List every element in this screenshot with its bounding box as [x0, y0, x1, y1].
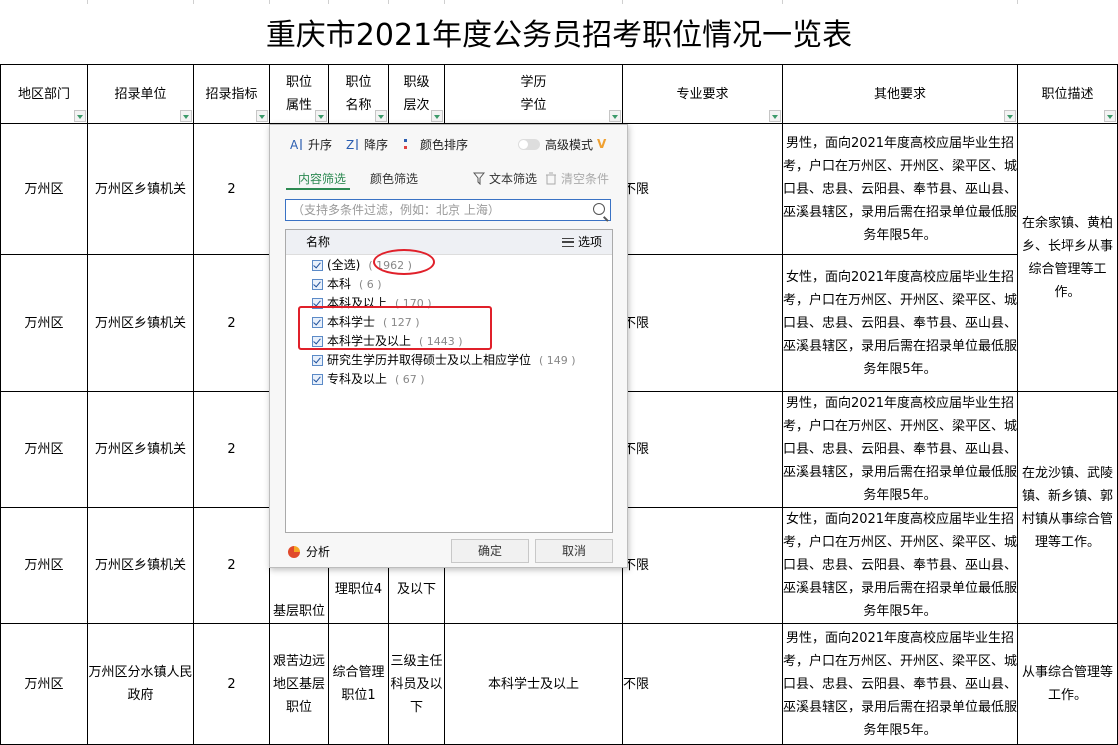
cell-region[interactable]: 万州区 — [0, 391, 88, 508]
annotation-ellipse — [373, 249, 435, 275]
svg-text:Z: Z — [346, 138, 354, 151]
search-icon[interactable] — [593, 203, 605, 215]
cell-other[interactable]: 女性，面向2021年度高校应届毕业生招考，户口在万州区、开州区、梁平区、城口县、… — [782, 507, 1018, 624]
tab-content-filter[interactable]: 内容筛选 — [298, 170, 346, 187]
cell-quota[interactable]: 2 — [193, 623, 270, 745]
header-other: 其他要求 — [782, 64, 1018, 124]
filter-dropdown-icon[interactable] — [74, 110, 86, 122]
spreadsheet: 重庆市2021年度公务员招考职位情况一览表 地区部门 招录单位 招录指标 职位属… — [0, 0, 1118, 745]
vip-icon: V — [597, 137, 607, 151]
header-row: 地区部门 招录单位 招录指标 职位属性 职位名称 职级层次 学历学位 专业要求 … — [0, 64, 1118, 124]
filter-value-list: 名称 选项 (全选)( 1962 ) 本科( 6 ) 本科及以上( 170 ) … — [285, 229, 613, 533]
cell-other[interactable]: 男性，面向2021年度高校应届毕业生招考，户口在万州区、开州区、梁平区、城口县、… — [782, 123, 1018, 255]
cell-level[interactable]: 三级主任科员及以下 — [388, 623, 445, 745]
cancel-button[interactable]: 取消 — [535, 539, 613, 563]
active-tab-indicator — [286, 188, 350, 190]
sort-ascending-icon: A — [290, 137, 304, 152]
text-filter-button[interactable]: 文本筛选 — [472, 170, 537, 187]
cell-quota[interactable]: 2 — [193, 391, 270, 508]
filter-dropdown-icon[interactable] — [315, 110, 327, 122]
filter-popup: A 升序 Z 降序 颜色排序 高级模式 V 内容筛选 颜色筛选 文本筛选 清空条… — [269, 124, 628, 568]
header-unit: 招录单位 — [87, 64, 194, 124]
cell-major[interactable]: 不限 — [622, 254, 783, 392]
cell-desc[interactable]: 在余家镇、黄柏乡、长坪乡从事综合管理等工作。 — [1017, 123, 1118, 392]
filter-dropdown-icon[interactable] — [769, 110, 781, 122]
filter-dropdown-icon[interactable] — [1104, 110, 1116, 122]
filter-dropdown-icon[interactable] — [609, 110, 621, 122]
cell-major[interactable]: 不限 — [622, 623, 783, 745]
header-name: 职位名称 — [328, 64, 389, 124]
header-desc: 职位描述 — [1017, 64, 1118, 124]
advanced-mode-toggle[interactable]: 高级模式 V — [518, 135, 606, 153]
cell-desc[interactable]: 从事综合管理等工作。 — [1017, 623, 1118, 745]
filter-dropdown-icon[interactable] — [180, 110, 192, 122]
list-item[interactable]: 本科( 6 ) — [312, 275, 382, 294]
checkbox[interactable] — [312, 355, 323, 366]
cell-unit[interactable]: 万州区乡镇机关 — [87, 507, 194, 624]
list-header: 名称 选项 — [286, 230, 612, 255]
checkbox[interactable] — [312, 279, 323, 290]
options-button[interactable]: 选项 — [561, 230, 602, 254]
cell-major[interactable]: 不限 — [622, 123, 783, 255]
cell-quota[interactable]: 2 — [193, 507, 270, 624]
cell-region[interactable]: 万州区 — [0, 123, 88, 255]
cell-region[interactable]: 万州区 — [0, 507, 88, 624]
cell-edu[interactable]: 本科学士及以上 — [444, 623, 623, 745]
color-sort-icon — [402, 137, 416, 151]
cell-attr[interactable]: 艰苦边远地区基层职位 — [269, 623, 329, 745]
cell-other[interactable]: 男性，面向2021年度高校应届毕业生招考，户口在万州区、开州区、梁平区、城口县、… — [782, 391, 1018, 508]
filter-dropdown-icon[interactable] — [1004, 110, 1016, 122]
ok-button[interactable]: 确定 — [451, 539, 529, 563]
header-level: 职级层次 — [388, 64, 445, 124]
menu-icon — [561, 238, 574, 247]
cell-major[interactable]: 不限 — [622, 507, 783, 624]
sort-descending-icon: Z — [346, 137, 360, 152]
cell-region[interactable]: 万州区 — [0, 623, 88, 745]
sort-ascending-button[interactable]: A 升序 — [290, 135, 332, 153]
header-edu: 学历学位 — [444, 64, 623, 124]
analysis-button[interactable]: 分析 — [288, 543, 330, 560]
pie-chart-icon — [288, 545, 300, 558]
filter-dropdown-icon[interactable] — [256, 110, 268, 122]
table-row: 万州区 万州区分水镇人民政府 2 艰苦边远地区基层职位 综合管理职位1 三级主任… — [0, 623, 1118, 745]
filter-dropdown-icon[interactable] — [431, 110, 443, 122]
svg-text:A: A — [290, 138, 299, 151]
checkbox[interactable] — [312, 374, 323, 385]
header-quota: 招录指标 — [193, 64, 270, 124]
header-attr: 职位属性 — [269, 64, 329, 124]
sort-by-color-button[interactable]: 颜色排序 — [402, 135, 468, 153]
filter-dropdown-icon[interactable] — [375, 110, 387, 122]
header-major: 专业要求 — [622, 64, 783, 124]
cell-desc[interactable]: 在龙沙镇、武陵镇、新乡镇、郭村镇从事综合管理等工作。 — [1017, 391, 1118, 624]
sheet-title: 重庆市2021年度公务员招考职位情况一览表 — [0, 0, 1118, 65]
cell-other[interactable]: 女性，面向2021年度高校应届毕业生招考，户口在万州区、开州区、梁平区、城口县、… — [782, 254, 1018, 392]
filter-search-input[interactable]: （支持多条件过滤，例如：北京 上海） — [285, 199, 611, 221]
annotation-rectangle — [298, 306, 492, 350]
cell-region[interactable]: 万州区 — [0, 254, 88, 392]
cell-unit[interactable]: 万州区分水镇人民政府 — [87, 623, 194, 745]
cell-other[interactable]: 男性，面向2021年度高校应届毕业生招考，户口在万州区、开州区、梁平区、城口县、… — [782, 623, 1018, 745]
header-region: 地区部门 — [0, 64, 88, 124]
funnel-icon — [472, 172, 486, 186]
list-item[interactable]: 研究生学历并取得硕士及以上相应学位( 149 ) — [312, 351, 576, 370]
toggle-switch-icon — [518, 138, 540, 150]
cell-unit[interactable]: 万州区乡镇机关 — [87, 254, 194, 392]
cell-unit[interactable]: 万州区乡镇机关 — [87, 391, 194, 508]
cell-name[interactable]: 综合管理职位1 — [328, 623, 389, 745]
sort-descending-button[interactable]: Z 降序 — [346, 135, 388, 153]
checkbox[interactable] — [312, 260, 323, 271]
cell-quota[interactable]: 2 — [193, 123, 270, 255]
list-item[interactable]: 专科及以上( 67 ) — [312, 370, 425, 389]
cell-major[interactable]: 不限 — [622, 391, 783, 508]
cell-quota[interactable]: 2 — [193, 254, 270, 392]
cell-unit[interactable]: 万州区乡镇机关 — [87, 123, 194, 255]
trash-icon — [545, 172, 557, 186]
tab-color-filter[interactable]: 颜色筛选 — [370, 170, 418, 187]
clear-conditions-button[interactable]: 清空条件 — [545, 170, 609, 187]
